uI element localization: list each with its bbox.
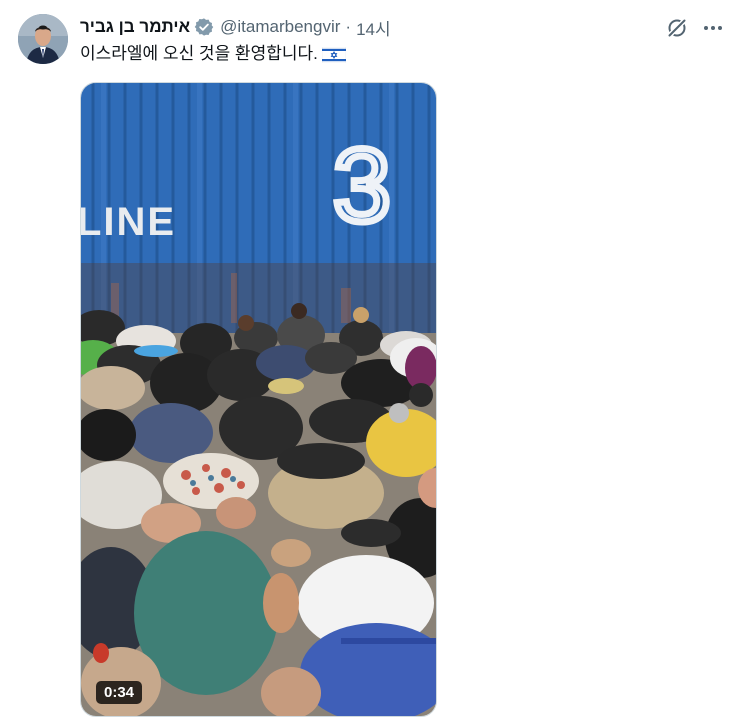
- tweet-header: איתמר בן גביר @itamarbengvir · 14시: [80, 15, 642, 39]
- handle[interactable]: @itamarbengvir: [220, 17, 340, 37]
- israel-flag-icon: [321, 46, 347, 64]
- container-text-number: 3: [333, 128, 391, 244]
- tweet-text-body: 이스라엘에 오신 것을 환영합니다.: [80, 44, 318, 63]
- separator-dot: ·: [345, 17, 352, 36]
- avatar[interactable]: [18, 14, 68, 64]
- top-actions: [664, 15, 726, 41]
- more-icon[interactable]: [700, 15, 726, 41]
- grok-icon[interactable]: [664, 15, 690, 41]
- container-text-line: LINE: [81, 200, 176, 244]
- tweet-text: 이스라엘에 오신 것을 환영합니다.: [80, 42, 347, 66]
- timestamp[interactable]: 14시: [356, 15, 391, 40]
- verified-badge-icon[interactable]: [194, 17, 214, 37]
- display-name[interactable]: איתמר בן גביר: [80, 17, 190, 37]
- video-duration-badge: 0:34: [96, 681, 143, 704]
- video-thumbnail[interactable]: 3 LINE 0:34: [80, 82, 437, 717]
